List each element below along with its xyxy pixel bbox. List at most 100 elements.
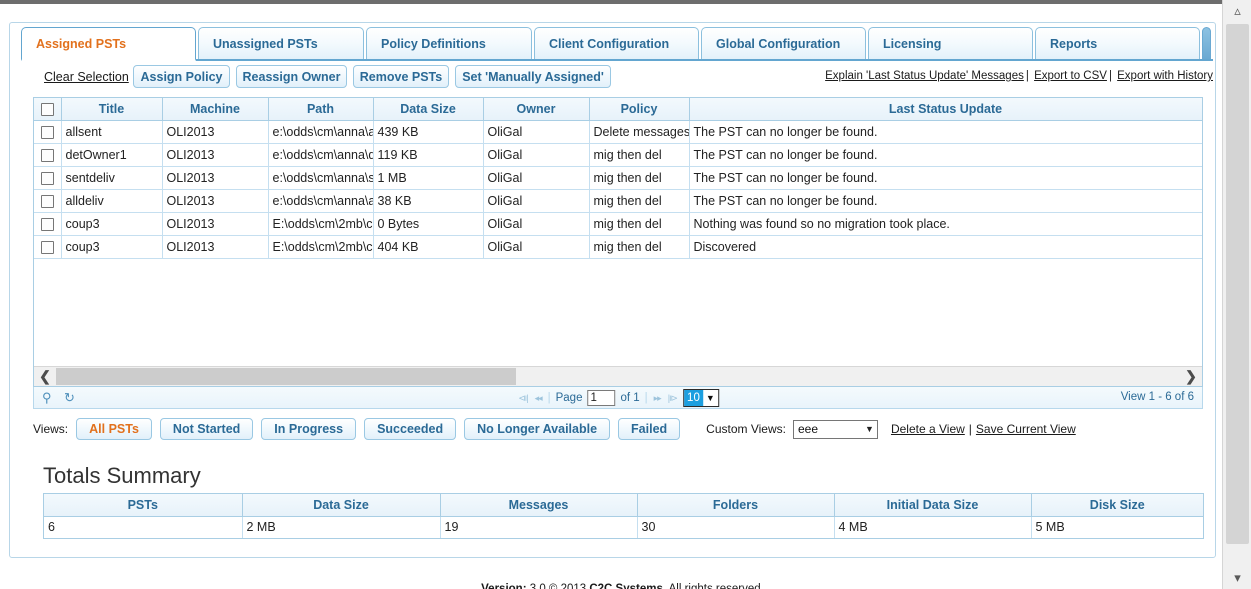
pst-grid: Title Machine Path Data Size Owner Policy Last…: [33, 97, 1203, 387]
view-filter-succeeded[interactable]: Succeeded: [364, 418, 457, 440]
column-header-data-size[interactable]: Data Size: [373, 98, 484, 121]
action-toolbar: Clear Selection Explain 'Last Status Upd…: [21, 65, 1213, 93]
next-page-icon[interactable]: ▸▸: [653, 393, 662, 404]
views-filter-row: Views: All PSTs Not Started In Progress Suc…: [33, 417, 1203, 441]
row-select-cell[interactable]: [34, 143, 62, 167]
tab-policy-definitions[interactable]: Policy Definitions: [366, 27, 532, 59]
scroll-left-icon[interactable]: ❮: [34, 367, 56, 386]
save-current-view-link[interactable]: Save Current View: [976, 422, 1076, 436]
row-select-cell[interactable]: [34, 189, 62, 213]
tab-reports[interactable]: Reports: [1035, 27, 1200, 59]
row-checkbox[interactable]: [40, 240, 54, 254]
export-to-csv-link[interactable]: Export to CSV: [1034, 70, 1107, 82]
row-checkbox[interactable]: [40, 125, 54, 139]
row-select-cell[interactable]: [34, 212, 62, 236]
cell-owner: OliGal: [483, 143, 590, 167]
totals-value-disk-size: 5 MB: [1031, 516, 1203, 538]
export-links: Explain 'Last Status Update' Messages | E…: [825, 70, 1213, 82]
scroll-right-icon[interactable]: ❯: [1180, 367, 1202, 386]
column-header-machine[interactable]: Machine: [162, 98, 269, 121]
select-all-header[interactable]: [34, 98, 62, 121]
custom-views-label: Custom Views:: [706, 422, 786, 436]
cell-title: detOwner1: [61, 143, 163, 167]
export-with-history-link[interactable]: Export with History: [1117, 70, 1213, 82]
cell-policy: mig then del: [589, 212, 690, 236]
explain-status-messages-link[interactable]: Explain 'Last Status Update' Messages: [825, 70, 1024, 82]
cell-path: e:\odds\cm\anna\detowner1.pst: [268, 143, 374, 167]
cell-data-size: 404 KB: [373, 235, 484, 259]
row-checkbox[interactable]: [40, 217, 54, 231]
first-page-icon[interactable]: ⧏|: [517, 393, 528, 404]
row-select-cell[interactable]: [34, 166, 62, 190]
row-checkbox[interactable]: [40, 171, 54, 185]
totals-value-row: 62 MB 19 30 4 MB 5 MB: [44, 516, 1203, 538]
table-row[interactable]: sentdelivOLI2013e:\odds\cm\anna\sentdeli…: [34, 166, 1202, 190]
table-row[interactable]: coup3OLI2013E:\odds\cm\2mb\coup3.pst0 By…: [34, 212, 1202, 236]
view-filter-label: Succeeded: [377, 422, 444, 436]
view-filter-not-started[interactable]: Not Started: [159, 418, 254, 440]
column-header-owner[interactable]: Owner: [483, 98, 590, 121]
view-filter-no-longer-available[interactable]: No Longer Available: [464, 418, 611, 440]
page-size-select[interactable]: 10 ▼: [683, 389, 719, 407]
grid-horizontal-scrollbar[interactable]: ❮ ❯: [34, 366, 1202, 386]
chevron-down-icon: ▼: [865, 424, 874, 434]
reassign-owner-button[interactable]: Reassign Owner: [236, 65, 347, 88]
set-manually-assigned-button[interactable]: Set 'Manually Assigned': [455, 65, 611, 88]
column-header-path[interactable]: Path: [268, 98, 374, 121]
column-header-label: Title: [98, 101, 125, 116]
button-label: Remove PSTs: [359, 69, 443, 84]
table-row[interactable]: alldelivOLI2013e:\odds\cm\anna\alldeliv.…: [34, 189, 1202, 213]
cell-title: coup3: [61, 235, 163, 259]
assign-policy-button[interactable]: Assign Policy: [133, 65, 230, 88]
custom-views-select[interactable]: eee ▼: [792, 419, 878, 439]
cell-owner: OliGal: [483, 212, 590, 236]
totals-value-folders: 30: [637, 516, 835, 538]
table-row[interactable]: detOwner1OLI2013e:\odds\cm\anna\detowner…: [34, 143, 1202, 167]
table-row[interactable]: coup3OLI2013E:\odds\cm\2mb\coup3.pst404 …: [34, 235, 1202, 259]
page-viewport: Assigned PSTs Unassigned PSTs Policy Defin…: [0, 4, 1222, 589]
cell-machine: OLI2013: [162, 166, 269, 190]
tab-unassigned-psts[interactable]: Unassigned PSTs: [198, 27, 364, 59]
row-select-cell[interactable]: [34, 120, 62, 144]
record-count-label: View 1 - 6 of 6: [1120, 391, 1194, 403]
row-select-cell[interactable]: [34, 235, 62, 259]
cell-last-status-update: The PST can no longer be found.: [689, 120, 1202, 144]
cell-last-status-update: The PST can no longer be found.: [689, 143, 1202, 167]
remove-psts-button[interactable]: Remove PSTs: [353, 65, 449, 88]
scroll-down-icon[interactable]: ▾: [1223, 567, 1251, 589]
tab-licensing[interactable]: Licensing: [868, 27, 1033, 59]
tab-assigned-psts[interactable]: Assigned PSTs: [21, 27, 196, 61]
browser-scrollbar-thumb[interactable]: [1226, 24, 1249, 544]
view-filter-in-progress[interactable]: In Progress: [261, 418, 357, 440]
clear-selection-link[interactable]: Clear Selection: [44, 70, 129, 84]
row-checkbox[interactable]: [40, 148, 54, 162]
scroll-up-icon[interactable]: ▵: [1223, 0, 1251, 22]
scrollbar-thumb[interactable]: [56, 368, 516, 385]
cell-owner: OliGal: [483, 120, 590, 144]
table-row[interactable]: allsentOLI2013e:\odds\cm\anna\allsent.ps…: [34, 120, 1202, 144]
totals-value-initial-data-size: 4 MB: [834, 516, 1032, 538]
select-all-checkbox[interactable]: [40, 102, 54, 116]
prev-page-icon[interactable]: ◂◂: [534, 393, 543, 404]
page-number-input[interactable]: [587, 390, 616, 406]
tab-global-configuration[interactable]: Global Configuration: [701, 27, 866, 59]
cell-policy: mig then del: [589, 235, 690, 259]
refresh-icon[interactable]: ↻: [64, 390, 75, 406]
cell-path: e:\odds\cm\anna\sentdeliv.pst: [268, 166, 374, 190]
column-header-policy[interactable]: Policy: [589, 98, 690, 121]
browser-scrollbar[interactable]: ▵ ▾: [1222, 0, 1251, 589]
column-header-last-status-update[interactable]: Last Status Update: [689, 98, 1202, 121]
row-checkbox[interactable]: [40, 194, 54, 208]
tab-label: Assigned PSTs: [36, 36, 127, 51]
search-icon[interactable]: ⚲: [42, 390, 52, 406]
column-header-title[interactable]: Title: [61, 98, 163, 121]
view-filter-failed[interactable]: Failed: [618, 418, 681, 440]
delete-view-link[interactable]: Delete a View: [891, 422, 965, 436]
cell-data-size: 38 KB: [373, 189, 484, 213]
tab-client-configuration[interactable]: Client Configuration: [534, 27, 699, 59]
last-page-icon[interactable]: |⧐: [667, 393, 678, 404]
grid-empty-area: [34, 282, 1202, 366]
button-label: Reassign Owner: [242, 69, 341, 84]
view-filter-all-psts[interactable]: All PSTs: [76, 418, 152, 440]
cell-title: alldeliv: [61, 189, 163, 213]
